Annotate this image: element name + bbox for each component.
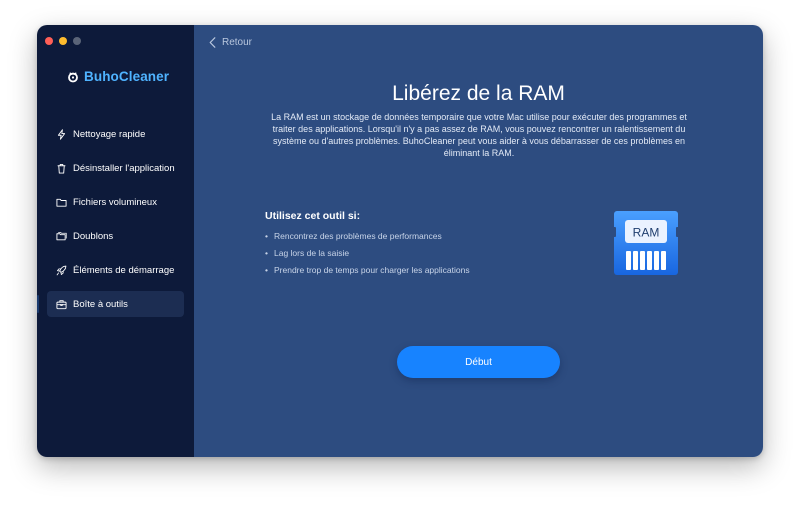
toolbox-icon <box>56 299 67 309</box>
sidebar: BuhoCleaner Nettoyage rapide Désinstalle… <box>37 25 194 457</box>
sidebar-item-large-files[interactable]: Fichiers volumineux <box>47 189 184 215</box>
minimize-window-button[interactable] <box>59 37 67 45</box>
sidebar-item-label: Nettoyage rapide <box>73 128 146 140</box>
sidebar-item-toolbox[interactable]: Boîte à outils <box>47 291 184 317</box>
back-button[interactable]: Retour <box>209 37 252 48</box>
sidebar-nav: Nettoyage rapide Désinstaller l'applicat… <box>47 121 184 325</box>
sidebar-item-label: Fichiers volumineux <box>73 196 157 208</box>
usage-list: Rencontrez des problèmes de performances… <box>265 228 470 279</box>
page-title: Libérez de la RAM <box>392 82 565 105</box>
lightning-icon <box>57 128 66 140</box>
app-brand: BuhoCleaner <box>67 69 169 84</box>
active-indicator <box>37 295 39 313</box>
zoom-window-button[interactable] <box>73 37 81 45</box>
rocket-icon <box>56 265 67 275</box>
duplicate-folder-icon <box>56 231 67 240</box>
app-window: BuhoCleaner Nettoyage rapide Désinstalle… <box>37 25 763 457</box>
page-description: La RAM est un stockage de données tempor… <box>271 112 687 158</box>
folder-icon <box>56 198 67 207</box>
window-controls <box>45 37 81 45</box>
trash-icon <box>57 163 66 174</box>
app-name: BuhoCleaner <box>84 69 170 84</box>
start-button[interactable]: Début <box>397 346 560 378</box>
list-item: Lag lors de la saisie <box>265 245 470 262</box>
sidebar-item-uninstall[interactable]: Désinstaller l'application <box>47 155 184 181</box>
list-item: Rencontrez des problèmes de performances <box>265 228 470 245</box>
sidebar-item-label: Désinstaller l'application <box>73 162 175 174</box>
close-window-button[interactable] <box>45 37 53 45</box>
sidebar-item-duplicates[interactable]: Doublons <box>47 223 184 249</box>
sidebar-item-label: Doublons <box>73 230 114 242</box>
sidebar-item-label: Éléments de démarrage <box>73 264 175 276</box>
usage-section: Utilisez cet outil si: Rencontrez des pr… <box>265 210 470 279</box>
sidebar-item-startup-items[interactable]: Éléments de démarrage <box>47 257 184 283</box>
main-panel: Retour Libérez de la RAM La RAM est un s… <box>194 25 763 457</box>
back-label: Retour <box>222 37 253 48</box>
ram-chip-icon: RAM <box>612 211 680 275</box>
ram-chip-label: RAM <box>633 226 660 240</box>
sidebar-item-quick-clean[interactable]: Nettoyage rapide <box>47 121 184 147</box>
buhocleaner-logo-icon <box>68 72 78 82</box>
list-item: Prendre trop de temps pour charger les a… <box>265 262 470 279</box>
sidebar-item-label: Boîte à outils <box>73 298 128 310</box>
chevron-left-icon <box>209 37 216 48</box>
usage-title: Utilisez cet outil si: <box>265 210 361 222</box>
